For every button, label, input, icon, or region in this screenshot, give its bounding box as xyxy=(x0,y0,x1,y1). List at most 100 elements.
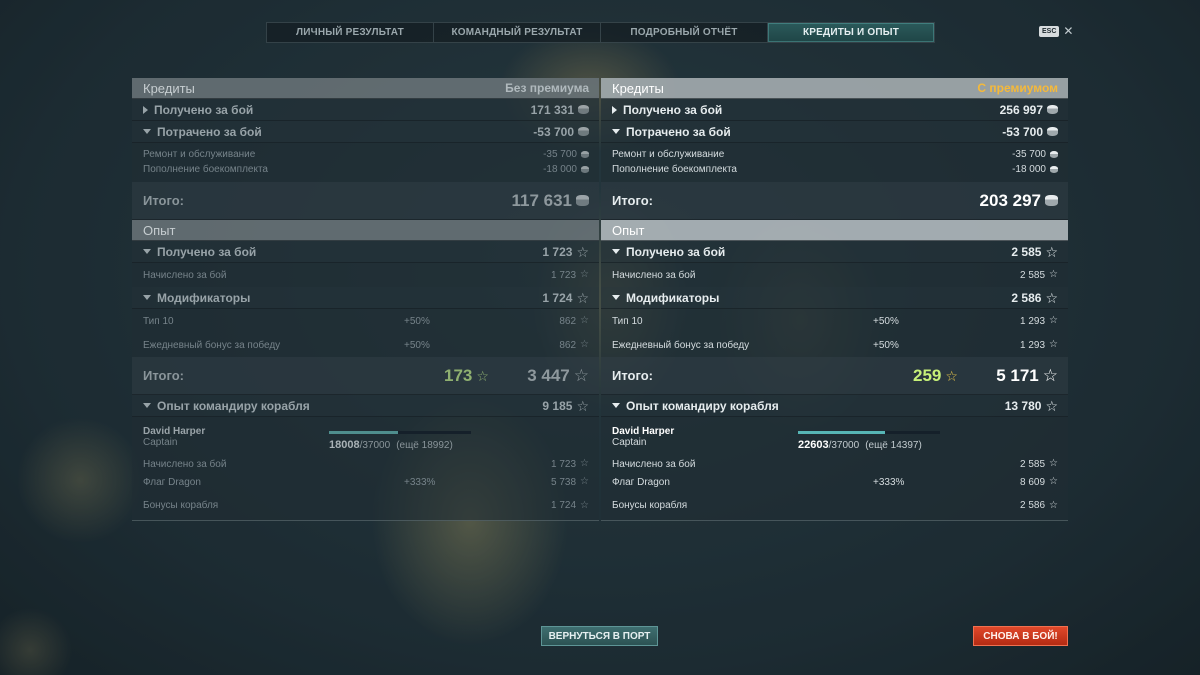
daily-bonus-value: 1 293 xyxy=(1020,339,1046,351)
credits-spent-row[interactable]: Потрачено за бой -53 700 xyxy=(601,121,1068,143)
credits-total-row: Итого: 203 297 xyxy=(601,182,1068,220)
credits-title: Кредиты xyxy=(612,80,664,96)
captain-xp-text: 18008/37000 (ещё 18992) xyxy=(329,439,453,451)
xp-star-icon: ☆ xyxy=(580,315,589,326)
commander-xp-value: 13 780 xyxy=(1004,398,1042,413)
xp-accrued-value: 2 585 xyxy=(1020,269,1046,281)
triangle-down-icon[interactable] xyxy=(612,249,620,254)
credits-coin-icon xyxy=(1050,151,1058,158)
xp-star-icon: ☆ xyxy=(1049,476,1058,487)
credits-earned-row[interactable]: Получено за бой 171 331 xyxy=(132,99,599,121)
daily-bonus-value: 862 xyxy=(559,339,577,351)
credits-earned-value: 256 997 xyxy=(999,102,1043,117)
daily-bonus-label: Ежедневный бонус за победу xyxy=(612,339,750,351)
xp-earned-row[interactable]: Получено за бой 1 723 ☆ xyxy=(132,241,599,263)
xp-star-icon: ☆ xyxy=(1045,243,1058,260)
xp-star-icon: ☆ xyxy=(1049,458,1058,469)
ammo-value: -18 000 xyxy=(543,164,577,175)
commander-xp-row[interactable]: Опыт командиру корабля 13 780 ☆ xyxy=(601,395,1068,417)
captain-xp-current: 22603 xyxy=(798,439,829,451)
triangle-down-icon[interactable] xyxy=(612,129,620,134)
triangle-down-icon[interactable] xyxy=(143,249,151,254)
modifiers-value: 1 724 xyxy=(542,290,573,305)
xp-star-icon: ☆ xyxy=(1049,269,1058,280)
close-icon[interactable]: ✕ xyxy=(1063,25,1073,37)
modifiers-label: Модификаторы xyxy=(157,290,251,305)
xp-star-icon: ☆ xyxy=(580,499,589,511)
daily-bonus-row: Ежедневный бонус за победу +50% 862 ☆ xyxy=(132,333,599,357)
credits-title: Кредиты xyxy=(143,80,195,96)
commander-accrued-value: 1 723 xyxy=(551,458,577,470)
triangle-right-icon[interactable] xyxy=(143,105,148,114)
triangle-down-icon[interactable] xyxy=(612,403,620,408)
free-xp-value: 173 xyxy=(444,365,473,385)
xp-total-value: 3 447 xyxy=(527,365,570,385)
xp-star-icon: ☆ xyxy=(576,289,589,306)
captain-xp-text: 22603/37000 (ещё 14397) xyxy=(798,439,922,451)
triangle-down-icon[interactable] xyxy=(143,403,151,408)
modifiers-row[interactable]: Модификаторы 1 724 ☆ xyxy=(132,287,599,309)
premium-status: Без премиума xyxy=(505,81,589,95)
daily-bonus-percent: +50% xyxy=(873,339,899,351)
tab-team-result[interactable]: КОМАНДНЫЙ РЕЗУЛЬТАТ xyxy=(434,23,601,42)
xp-title: Опыт xyxy=(143,222,176,238)
ship-bonus-label: Бонусы корабля xyxy=(143,500,219,511)
credits-earned-row[interactable]: Получено за бой 256 997 xyxy=(601,99,1068,121)
xp-total-label: Итого: xyxy=(143,368,184,383)
xp-star-icon: ☆ xyxy=(580,269,589,280)
captain-xp-remaining: (ещё 14397) xyxy=(865,440,922,451)
xp-total-value: 5 171 xyxy=(996,365,1039,385)
ammo-label: Пополнение боекомплекта xyxy=(612,164,737,175)
tier-percent: +50% xyxy=(404,315,430,327)
credits-total-label: Итого: xyxy=(612,193,653,208)
commander-accrued-row: Начислено за бой 1 723 ☆ xyxy=(132,455,599,473)
modifiers-row[interactable]: Модификаторы 2 586 ☆ xyxy=(601,287,1068,309)
tab-credits-and-xp[interactable]: КРЕДИТЫ И ОПЫТ xyxy=(768,23,934,42)
xp-star-icon: ☆ xyxy=(573,365,589,385)
triangle-down-icon[interactable] xyxy=(143,295,151,300)
modifiers-value: 2 586 xyxy=(1011,290,1042,305)
triangle-down-icon[interactable] xyxy=(143,129,151,134)
ship-bonus-value: 1 724 xyxy=(551,500,577,511)
credits-coin-icon xyxy=(1047,105,1058,114)
esc-key-icon: ESC xyxy=(1039,25,1060,37)
xp-star-icon: ☆ xyxy=(580,476,589,487)
tier-value: 862 xyxy=(559,315,577,327)
flag-value: 5 738 xyxy=(551,476,577,488)
daily-bonus-label: Ежедневный бонус за победу xyxy=(143,339,281,351)
daily-bonus-row: Ежедневный бонус за победу +50% 1 293 ☆ xyxy=(601,333,1068,357)
xp-total-row: Итого: 259 ☆ 5 171 ☆ xyxy=(601,357,1068,395)
credits-spent-label: Потрачено за бой xyxy=(626,124,731,139)
credits-total-row: Итого: 117 631 xyxy=(132,182,599,220)
credits-coin-icon xyxy=(581,151,589,158)
credits-earned-value: 171 331 xyxy=(530,102,574,117)
repair-row: Ремонт и обслуживание -35 700 xyxy=(132,143,599,162)
commander-xp-row[interactable]: Опыт командиру корабля 9 185 ☆ xyxy=(132,395,599,417)
xp-total-label: Итого: xyxy=(612,368,653,383)
xp-star-icon: ☆ xyxy=(1049,315,1058,326)
tier-row: Тип 10 +50% 862 ☆ xyxy=(132,309,599,333)
captain-card: David Harper Captain 22603/37000 (ещё 143… xyxy=(601,417,1068,455)
tab-personal-result[interactable]: ЛИЧНЫЙ РЕЗУЛЬТАТ xyxy=(267,23,434,42)
premium-panel: Кредиты С премиумом Получено за бой 256 … xyxy=(601,78,1068,521)
xp-star-icon: ☆ xyxy=(576,243,589,260)
repair-label: Ремонт и обслуживание xyxy=(612,149,725,160)
xp-total-row: Итого: 173 ☆ 3 447 ☆ xyxy=(132,357,599,395)
credits-spent-row[interactable]: Потрачено за бой -53 700 xyxy=(132,121,599,143)
close-control[interactable]: ESC ✕ xyxy=(1039,25,1073,37)
return-to-port-button[interactable]: ВЕРНУТЬСЯ В ПОРТ xyxy=(541,626,658,646)
triangle-right-icon[interactable] xyxy=(612,105,617,114)
flag-percent: +333% xyxy=(873,476,905,488)
credits-header: Кредиты С премиумом xyxy=(601,78,1068,99)
tab-detailed-report[interactable]: ПОДРОБНЫЙ ОТЧЁТ xyxy=(601,23,768,42)
commander-xp-label: Опыт командиру корабля xyxy=(626,398,779,413)
xp-title: Опыт xyxy=(612,222,645,238)
credits-total-value: 203 297 xyxy=(979,190,1041,210)
credits-total-label: Итого: xyxy=(143,193,184,208)
credits-coin-icon xyxy=(1045,195,1058,206)
battle-again-button[interactable]: СНОВА В БОЙ! xyxy=(973,626,1068,646)
triangle-down-icon[interactable] xyxy=(612,295,620,300)
xp-star-icon: ☆ xyxy=(1049,499,1058,511)
ammo-value: -18 000 xyxy=(1012,164,1046,175)
xp-earned-row[interactable]: Получено за бой 2 585 ☆ xyxy=(601,241,1068,263)
